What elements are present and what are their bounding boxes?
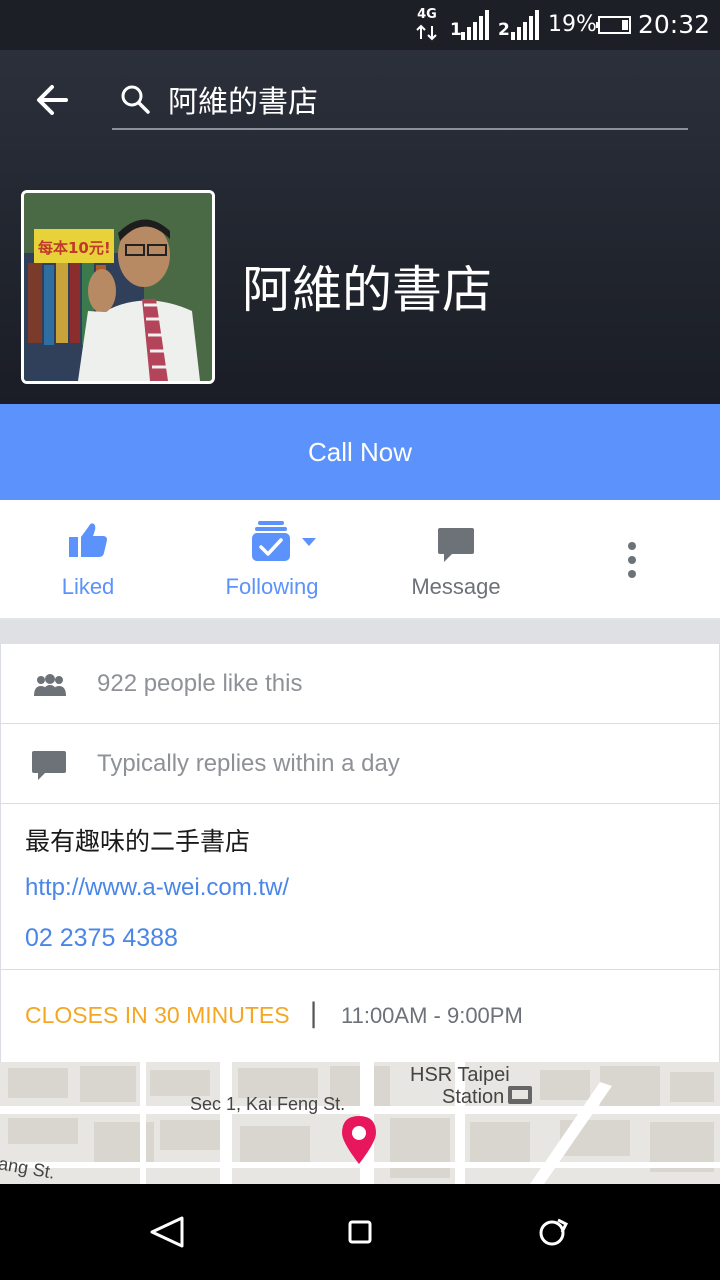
map-pin-icon bbox=[342, 1116, 376, 1164]
map-label-street: Sec 1, Kai Feng St. bbox=[190, 1094, 346, 1114]
square-home-icon bbox=[348, 1220, 372, 1244]
avatar-sign-text: 每本10元! bbox=[38, 239, 111, 257]
liked-label: Liked bbox=[61, 574, 115, 599]
message-button[interactable]: Message bbox=[396, 500, 516, 618]
signal-sim2-icon: 2 bbox=[498, 10, 542, 42]
action-bar: Liked Following Message bbox=[0, 500, 720, 620]
battery-icon bbox=[596, 16, 632, 34]
triangle-back-icon bbox=[150, 1216, 184, 1248]
search-query[interactable]: 阿維的書店 bbox=[168, 77, 318, 121]
chevron-down-icon bbox=[302, 538, 316, 546]
page-title: 阿維的書店 bbox=[242, 261, 492, 319]
website-link[interactable]: http://www.a-wei.com.tw/ bbox=[25, 874, 289, 902]
nav-home-button[interactable] bbox=[336, 1208, 384, 1256]
message-bubble-icon bbox=[438, 528, 474, 562]
message-bubble-icon bbox=[32, 751, 66, 780]
system-nav-bar bbox=[0, 1184, 720, 1280]
page-header: 阿維的書店 每本10元! 阿維的書店 bbox=[0, 50, 720, 404]
message-label: Message bbox=[411, 574, 501, 599]
page-description: 最有趣味的二手書店 bbox=[25, 827, 251, 856]
following-label: Following bbox=[225, 574, 319, 599]
map-label-station: HSR Taipei bbox=[410, 1064, 510, 1086]
battery-percent: 19% bbox=[548, 12, 597, 37]
nav-recents-button[interactable] bbox=[528, 1208, 576, 1256]
status-bar: 4G 1 2 19% 20:32 bbox=[0, 0, 720, 50]
location-map[interactable]: HSR Taipei Station Sec 1, Kai Feng St. a… bbox=[0, 1062, 720, 1184]
response-time-text: Typically replies within a day bbox=[97, 750, 400, 777]
thumbs-up-icon bbox=[69, 523, 107, 557]
following-button[interactable]: Following bbox=[212, 500, 332, 618]
nav-back-button[interactable] bbox=[144, 1208, 192, 1256]
likes-count-text: 922 people like this bbox=[97, 670, 303, 697]
more-vertical-icon bbox=[628, 542, 636, 578]
opening-hours-text: 11:00AM - 9:00PM bbox=[341, 1003, 523, 1028]
search-icon bbox=[121, 85, 150, 114]
call-now-label: Call Now bbox=[307, 436, 413, 467]
about-section: 最有趣味的二手書店 http://www.a-wei.com.tw/ 02 23… bbox=[0, 804, 720, 969]
profile-picture[interactable]: 每本10元! bbox=[21, 190, 215, 384]
phone-link[interactable]: 02 2375 4388 bbox=[25, 924, 178, 953]
section-separator bbox=[0, 620, 720, 644]
more-options-button[interactable] bbox=[612, 500, 652, 618]
closes-soon-text: CLOSES IN 30 MINUTES bbox=[25, 1002, 290, 1028]
following-check-icon bbox=[252, 521, 316, 561]
call-now-button[interactable]: Call Now bbox=[0, 404, 720, 500]
clock: 20:32 bbox=[638, 10, 711, 39]
likes-row[interactable]: 922 people like this bbox=[0, 644, 720, 723]
hours-row[interactable]: CLOSES IN 30 MINUTES | 11:00AM - 9:00PM bbox=[0, 970, 720, 1062]
arrow-left-icon bbox=[37, 85, 68, 115]
liked-button[interactable]: Liked bbox=[28, 500, 148, 618]
network-4g-icon: 4G bbox=[414, 8, 440, 42]
back-button[interactable] bbox=[30, 80, 82, 120]
people-icon bbox=[34, 674, 66, 696]
search-bar[interactable]: 阿維的書店 bbox=[112, 72, 688, 130]
hours-separator: | bbox=[309, 998, 319, 1029]
signal-sim1-icon: 1 bbox=[450, 10, 492, 42]
response-time-row: Typically replies within a day bbox=[0, 724, 720, 803]
recents-icon bbox=[539, 1218, 569, 1246]
map-label-station-2: Station bbox=[442, 1086, 505, 1108]
